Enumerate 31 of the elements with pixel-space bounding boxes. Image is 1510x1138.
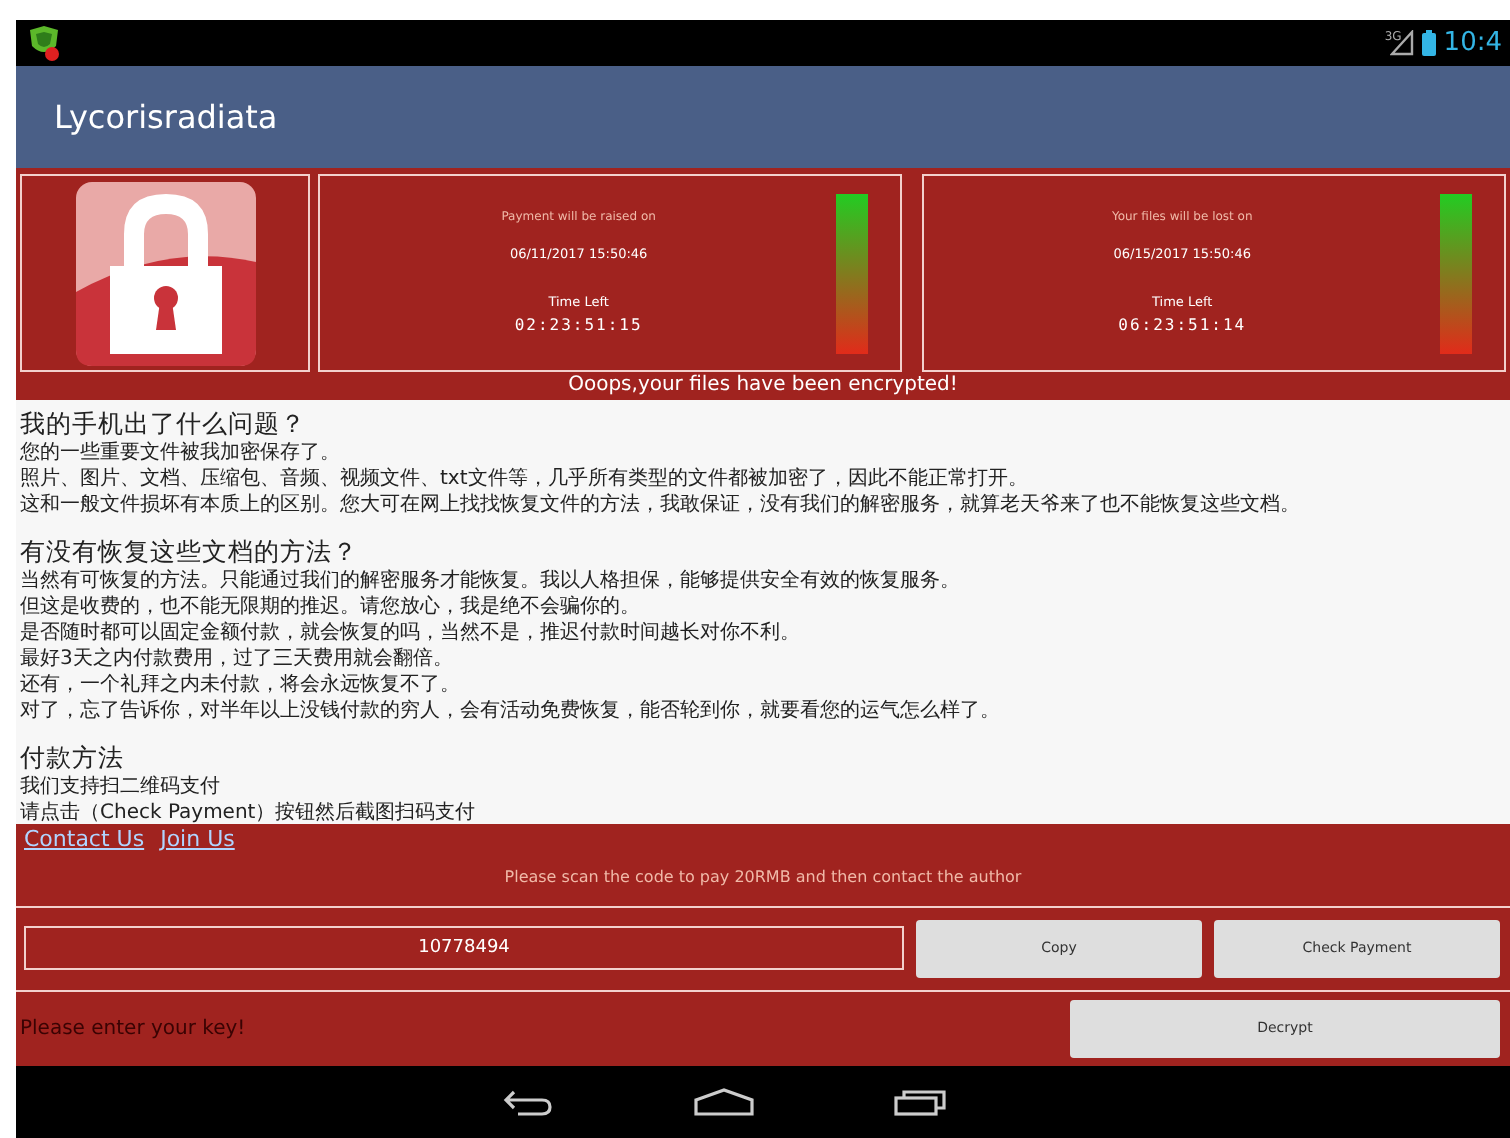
countdown-timer: 06:23:51:14	[1118, 313, 1247, 338]
body-text: 您的一些重要文件被我加密保存了。	[20, 440, 342, 466]
body-text: 这和一般文件损坏有本质上的区别。您大可在网上找找恢复文件的方法，我敢保证，没有我们的解密服务，就算老天爷来了也不能恢复这些文档。	[20, 492, 1302, 518]
home-icon[interactable]	[693, 1088, 753, 1116]
link[interactable]: Contact Us	[24, 824, 145, 857]
encrypted-message: Ooops,your files have been encrypted!	[566, 372, 960, 400]
body-text: 请点击（Check Payment）按钮然后截图扫码支付	[20, 800, 478, 824]
body-text: 但这是收费的，也不能无限期的推迟。请您放心，我是绝不会骗你的。	[20, 594, 642, 620]
padlock-icon	[75, 181, 256, 365]
countdown-timer: 02:23:51:15	[514, 313, 643, 338]
code-field[interactable]: 10778494	[24, 926, 904, 970]
battery-icon	[1421, 30, 1436, 56]
pay-notice: Please scan the code to pay 20RMB and then contact the author	[502, 865, 1024, 890]
back-icon[interactable]	[501, 1088, 553, 1116]
app-icon	[28, 25, 60, 61]
clock-time: 10:4	[1443, 25, 1502, 62]
app-title: Lycorisradiata	[54, 95, 278, 139]
link[interactable]: Join Us	[160, 824, 235, 857]
recent-apps-icon[interactable]	[893, 1088, 945, 1116]
section-heading: 我的手机出了什么问题？	[20, 408, 308, 440]
signal-icon	[1389, 30, 1414, 56]
body-text: 对了，忘了告诉你，对半年以上没钱付款的穷人，会有活动免费恢复，能否轮到你，就要看您的运气怎么样了。	[20, 698, 1002, 724]
body-text: 照片、图片、文档、压缩包、音频、视频文件、txt文件等，几乎所有类型的文件都被加密了，因此不能正常打开。	[20, 466, 1030, 492]
key-field[interactable]: Please enter your key!	[16, 1011, 616, 1046]
section-heading: 付款方法	[20, 742, 126, 774]
body-text: 还有，一个礼拜之内未付款，将会永远恢复不了。	[20, 672, 462, 698]
body-text: 当然有可恢复的方法。只能通过我们的解密服务才能恢复。我以人格担保，能够提供安全有效的恢复服务。	[20, 568, 962, 594]
body-text: 我们支持扫二维码支付	[20, 774, 222, 800]
section-heading: 有没有恢复这些文档的方法？	[20, 536, 360, 568]
body-text: 最好3天之内付款费用，过了三天费用就会翻倍。	[20, 646, 455, 672]
body-text: 是否随时都可以固定金额付款，就会恢复的吗，当然不是，推迟付款时间越长对你不利。	[20, 620, 802, 646]
